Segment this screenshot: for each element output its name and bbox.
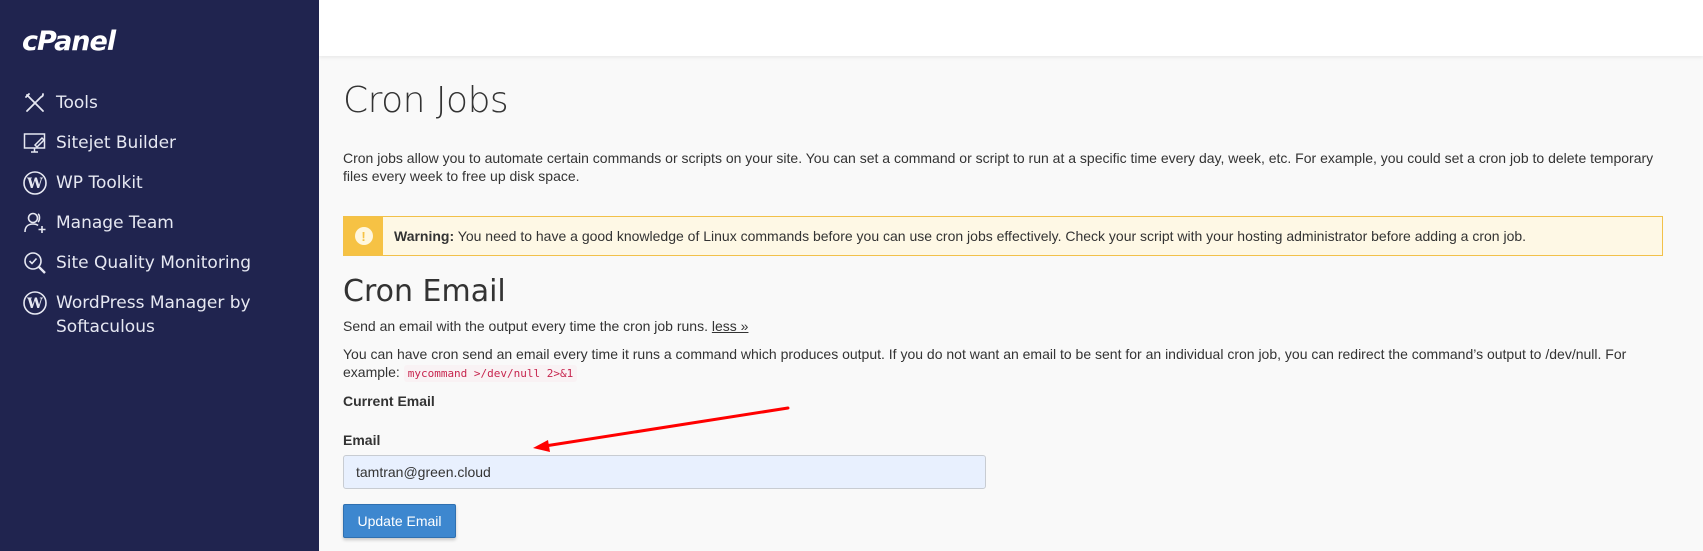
sidebar-item-label: Tools xyxy=(56,93,98,113)
svg-text:W: W xyxy=(26,176,43,192)
magnifier-check-icon xyxy=(22,250,48,276)
warning-alert: ! Warning: You need to have a good knowl… xyxy=(343,216,1663,256)
warning-message: You need to have a good knowledge of Lin… xyxy=(454,228,1527,244)
less-link[interactable]: less » xyxy=(712,318,749,334)
cron-email-subtitle: Send an email with the output every time… xyxy=(343,318,748,334)
sidebar-item-label: Manage Team xyxy=(56,213,174,233)
cpanel-logo[interactable]: cPanel xyxy=(22,26,116,57)
monitor-pen-icon xyxy=(22,130,48,156)
wordpress-icon: W xyxy=(22,170,48,196)
email-label: Email xyxy=(343,432,381,448)
page-title: Cron Jobs xyxy=(343,80,509,121)
current-email-label: Current Email xyxy=(343,393,435,409)
user-plus-icon xyxy=(22,210,48,236)
sidebar-item-label: Site Quality Monitoring xyxy=(56,253,252,273)
sidebar: cPanel Tools Sitejet Builder W WP Toolki… xyxy=(0,0,319,551)
sidebar-item-label: WP Toolkit xyxy=(56,173,143,193)
svg-text:W: W xyxy=(26,296,43,312)
sidebar-item-manage-team[interactable]: Manage Team xyxy=(22,210,312,250)
warning-badge: ! xyxy=(344,217,383,255)
sidebar-item-wordpress-manager[interactable]: W WordPress Manager by Softaculous xyxy=(22,290,312,342)
example-code: mycommand >/dev/null 2>&1 xyxy=(403,365,578,382)
email-input[interactable] xyxy=(343,455,986,489)
top-header xyxy=(319,0,1703,56)
cron-email-description: You can have cron send an email every ti… xyxy=(343,345,1663,383)
warning-label: Warning: xyxy=(394,228,455,244)
update-email-button[interactable]: Update Email xyxy=(343,504,456,538)
exclamation-icon: ! xyxy=(354,227,373,245)
arrow-line xyxy=(543,406,790,448)
intro-text: Cron jobs allow you to automate certain … xyxy=(343,150,1654,184)
sidebar-item-label: WordPress Manager by Softaculous xyxy=(56,293,251,337)
warning-text: Warning: You need to have a good knowled… xyxy=(394,228,1526,244)
sidebar-item-wp-toolkit[interactable]: W WP Toolkit xyxy=(22,170,312,210)
tools-icon xyxy=(22,90,48,116)
sidebar-item-tools[interactable]: Tools xyxy=(22,90,312,130)
sidebar-item-site-quality-monitoring[interactable]: Site Quality Monitoring xyxy=(22,250,312,290)
wordpress-icon: W xyxy=(22,290,48,316)
sidebar-nav: Tools Sitejet Builder W WP Toolkit Manag… xyxy=(22,90,312,342)
subtitle-text: Send an email with the output every time… xyxy=(343,318,712,334)
arrow-head xyxy=(533,440,550,452)
cron-email-title: Cron Email xyxy=(343,274,506,309)
sidebar-item-label: Sitejet Builder xyxy=(56,133,177,153)
sidebar-item-sitejet-builder[interactable]: Sitejet Builder xyxy=(22,130,312,170)
